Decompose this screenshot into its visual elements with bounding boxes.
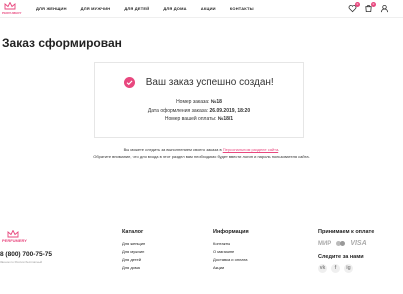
order-notes: Вы можете следить за выполнением своего … [0, 146, 403, 160]
notes-line-1-text: Вы можете следить за выполнением своего … [123, 147, 222, 152]
footer-link-home[interactable]: Для дома [122, 264, 145, 272]
footer-payments-title: Принимаем к оплате [318, 229, 375, 235]
page-title: Заказ сформирован [2, 36, 122, 50]
crown-logo-icon [7, 230, 19, 238]
payment-number-label: Номер вашей оплаты: [164, 116, 217, 122]
nav-item-men[interactable]: ДЛЯ МУЖЧИН [81, 6, 111, 11]
footer-payments: Принимаем к оплате МИР VISA Следите за н… [318, 229, 374, 273]
wishlist-button[interactable]: 0 [348, 2, 360, 13]
site-footer: PERFUMERY 8 (800) 700-75-75 Звонок по Ро… [0, 218, 403, 294]
payment-number-value: №18/1 [217, 116, 234, 122]
footer-link-men[interactable]: Для мужчин [122, 248, 145, 256]
order-number-row: Номер заказа: №18 [95, 98, 303, 107]
payment-logos: МИР VISA [318, 240, 374, 247]
header-icons: 0 0 [348, 2, 389, 13]
footer-link-about[interactable]: О магазине [213, 248, 249, 256]
social-links: vk f ig [318, 264, 374, 273]
footer-catalog: Каталог Для женщин Для мужчин Для детей … [122, 229, 145, 272]
order-confirmation-card: Ваш заказ успешно создан! Номер заказа: … [94, 62, 304, 138]
logo[interactable]: PERFUMERY [2, 2, 22, 15]
site-header: PERFUMERY ДЛЯ ЖЕНЩИН ДЛЯ МУЖЧИН ДЛЯ ДЕТЕ… [0, 0, 403, 18]
order-date-label: Дата оформления заказа: [147, 107, 209, 114]
footer-link-women[interactable]: Для женщин [122, 240, 145, 248]
footer-catalog-title: Каталог [122, 229, 144, 235]
check-circle-icon [124, 77, 136, 89]
user-icon [380, 4, 389, 13]
personal-section-link[interactable]: Персональном разделе сайта [223, 147, 278, 152]
nav-item-kids[interactable]: ДЛЯ ДЕТЕЙ [124, 6, 149, 11]
nav-item-sales[interactable]: АКЦИИ [201, 6, 216, 11]
order-date-row: Дата оформления заказа: 26.09.2019, 18:2… [95, 107, 303, 116]
notes-line-1: Вы можете следить за выполнением своего … [0, 146, 403, 153]
footer-link-delivery[interactable]: Доставка и оплата [213, 256, 249, 264]
notes-line-1-end: . [278, 147, 280, 152]
footer-link-kids[interactable]: Для детей [122, 256, 145, 264]
visa-logo: VISA [350, 240, 367, 247]
facebook-icon[interactable]: f [331, 264, 340, 273]
success-message: Ваш заказ успешно создан! [95, 74, 303, 92]
order-date-value: 26.09.2019, 18:20 [209, 107, 251, 114]
logo-text: PERFUMERY [2, 11, 22, 15]
footer-info-title: Информация [213, 229, 249, 235]
main-nav: ДЛЯ ЖЕНЩИН ДЛЯ МУЖЧИН ДЛЯ ДЕТЕЙ ДЛЯ ДОМА… [36, 6, 268, 11]
instagram-icon[interactable]: ig [344, 264, 353, 273]
vk-icon[interactable]: vk [318, 264, 327, 273]
order-number-value: №18 [210, 99, 222, 105]
mastercard-icon [336, 241, 346, 246]
order-number-label: Номер заказа: [176, 99, 210, 105]
notes-line-2: Обратите внимание, что для входа в этот … [93, 154, 310, 159]
nav-item-home[interactable]: ДЛЯ ДОМА [163, 6, 186, 11]
nav-item-contacts[interactable]: КОНТАКТЫ [230, 6, 254, 11]
account-button[interactable] [380, 4, 389, 13]
footer-follow-title: Следите за нами [318, 254, 364, 260]
footer-phone[interactable]: 8 (800) 700-75-75 [0, 251, 52, 258]
nav-item-women[interactable]: ДЛЯ ЖЕНЩИН [36, 6, 67, 11]
success-text: Ваш заказ успешно создан! [145, 77, 274, 89]
footer-logo-text: PERFUMERY [2, 238, 27, 243]
footer-link-sales[interactable]: Акции [213, 264, 249, 272]
payment-number-row: Номер вашей оплаты: №18/1 [95, 115, 303, 124]
wishlist-count-badge: 0 [355, 2, 360, 7]
footer-logo[interactable]: PERFUMERY [2, 230, 27, 243]
cart-count-badge: 0 [371, 2, 376, 7]
cart-button[interactable]: 0 [364, 2, 376, 13]
footer-link-contacts[interactable]: Контакты [213, 240, 249, 248]
footer-phone-note: Звонок по России бесплатный [0, 260, 43, 264]
order-info: Номер заказа: №18 Дата оформления заказа… [95, 98, 303, 124]
mir-logo: МИР [318, 240, 332, 247]
footer-info: Информация Контакты О магазине Доставка … [213, 229, 249, 272]
crown-logo-icon [4, 2, 16, 10]
